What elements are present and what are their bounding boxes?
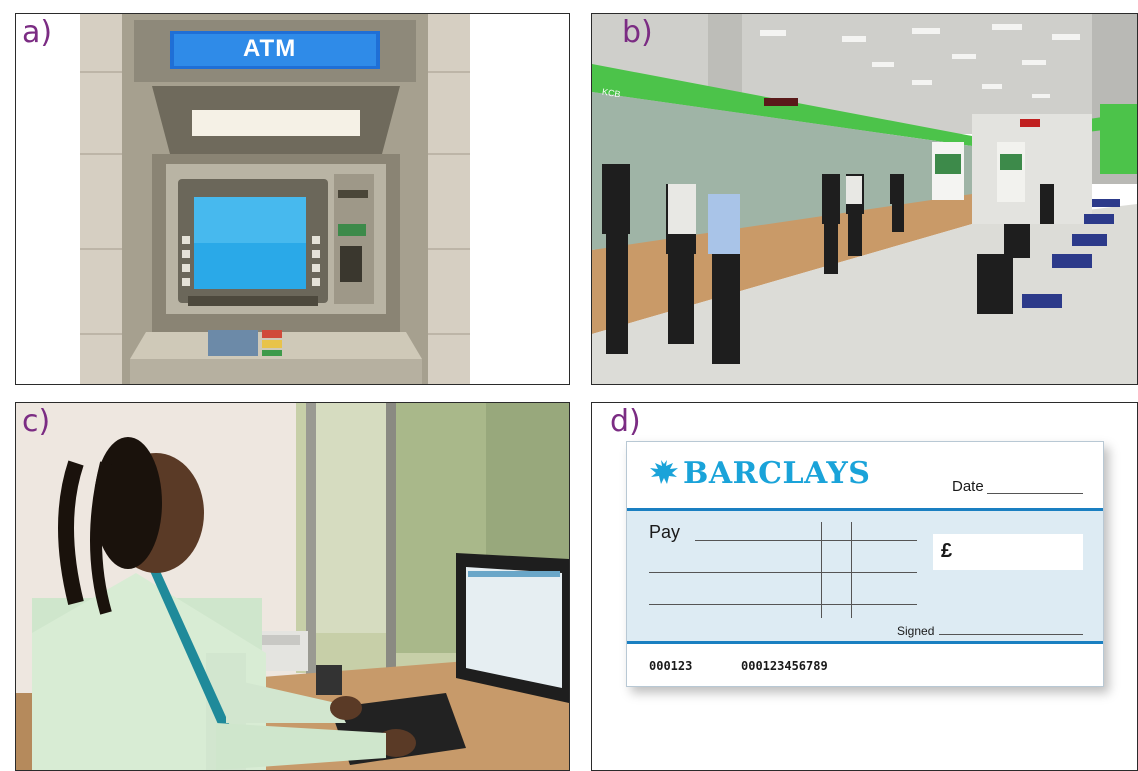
- signed-label: Signed: [897, 624, 935, 638]
- pay-line-2: [649, 572, 917, 573]
- panel-c: c): [15, 402, 570, 771]
- bank-name: BARCLAYS: [683, 456, 871, 491]
- panel-label-b: b): [622, 15, 653, 50]
- date-label: Date: [952, 478, 984, 495]
- atm-sign-text: ATM: [243, 35, 297, 62]
- cheque: BARCLAYS Date Pay £ Signed 000123 000123…: [626, 441, 1104, 687]
- pay-line-3: [649, 604, 917, 605]
- cheque-footer: [627, 644, 1103, 686]
- bank-teller-photo: [16, 403, 569, 770]
- cheque-number: 000123: [649, 659, 693, 673]
- account-number: 000123456789: [741, 659, 828, 673]
- panel-b: b) KCB: [591, 13, 1138, 385]
- cheque-top-band: [627, 508, 1103, 511]
- amount-box: [933, 534, 1083, 570]
- crossing-line-1: [821, 522, 822, 618]
- panel-label-c: c): [22, 404, 51, 439]
- panel-d: d) BARCLAYS Date Pay £ Signed 000123 000…: [591, 402, 1138, 771]
- banking-hall-photo: [592, 14, 1137, 384]
- pay-line-1: [695, 540, 917, 541]
- barclays-eagle-icon: [650, 460, 678, 484]
- pay-label: Pay: [649, 522, 681, 542]
- currency-symbol: £: [941, 540, 953, 562]
- panel-a: a) ATM: [15, 13, 570, 385]
- panel-label-a: a): [22, 15, 53, 50]
- date-line: [987, 493, 1083, 494]
- crossing-line-2: [851, 522, 852, 618]
- signature-line: [939, 634, 1083, 635]
- atm-machine-image: [16, 14, 569, 384]
- panel-label-d: d): [610, 404, 641, 439]
